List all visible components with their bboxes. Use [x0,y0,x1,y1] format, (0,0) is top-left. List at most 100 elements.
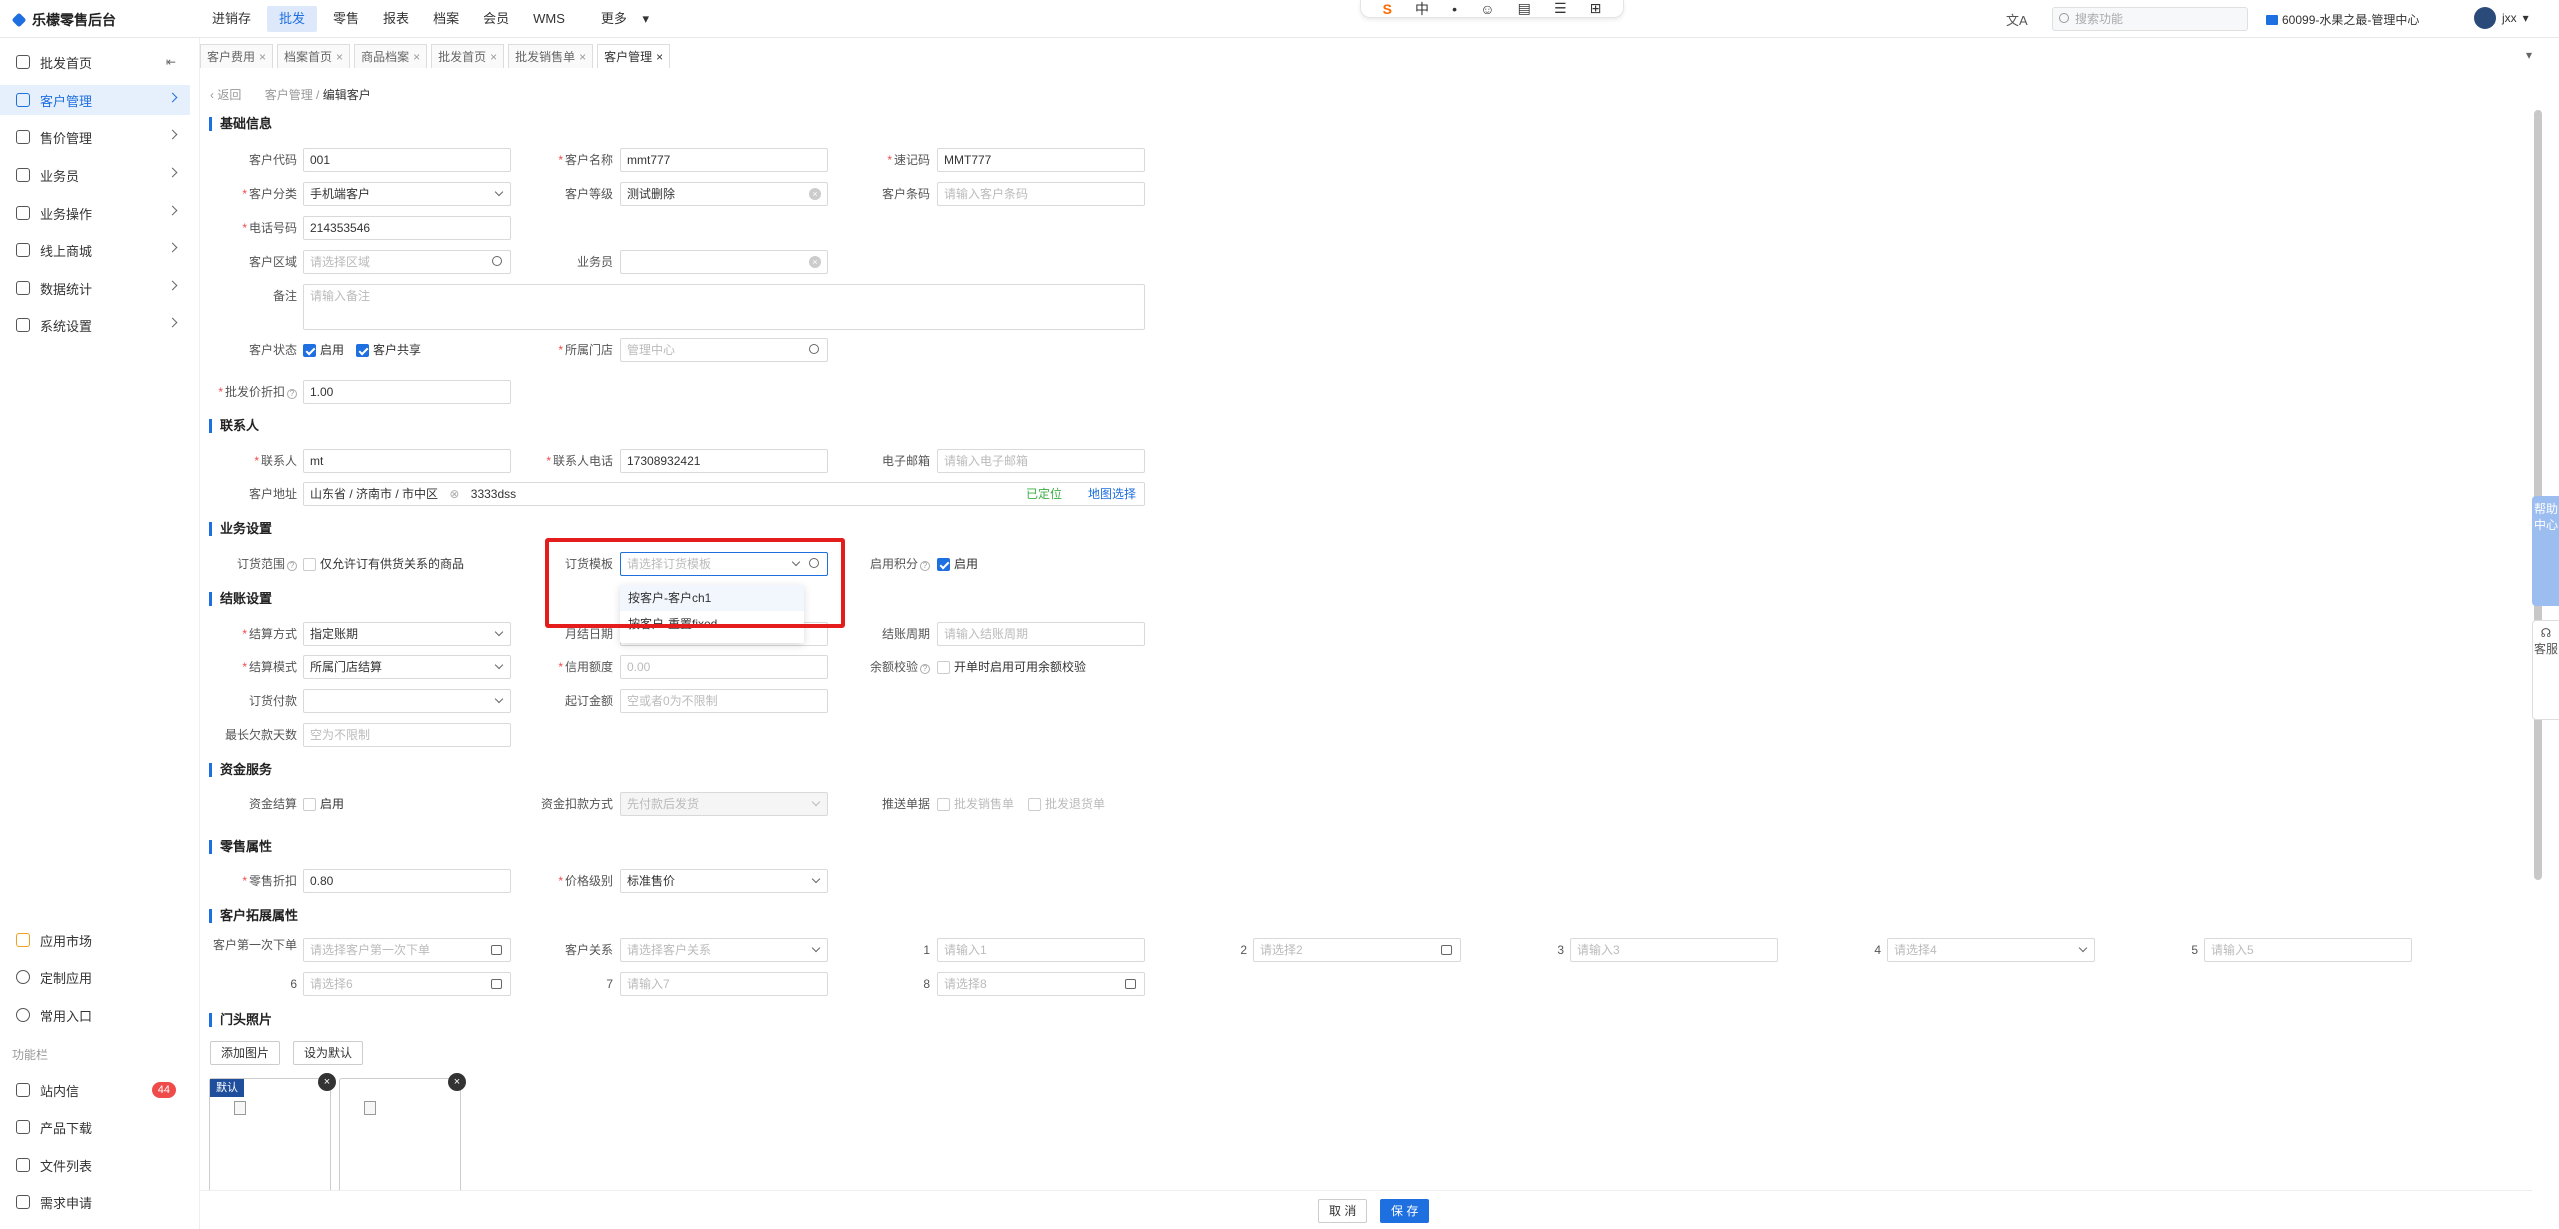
tab-customer-manage[interactable]: 客户管理 × [597,44,671,68]
app-logo[interactable]: 乐檬零售后台 [11,10,116,30]
search-icon[interactable] [809,344,819,354]
menu-archive[interactable]: 档案 [421,6,471,32]
field-5-input[interactable]: 请输入5 [2204,938,2412,962]
barcode-input[interactable]: 请输入客户条码 [937,182,1145,206]
tab-dropdown-icon[interactable]: ▾ [2526,48,2532,62]
first-order-date-input[interactable]: 请选择客户第一次下单 [303,938,511,962]
close-icon[interactable]: × [259,50,266,64]
menu-retail[interactable]: 零售 [321,6,371,32]
menu-inventory[interactable]: 进销存 [200,6,263,32]
order-payment-select[interactable] [303,689,511,713]
ime-grid-icon[interactable]: ⊞ [1590,0,1602,17]
menu-wms[interactable]: WMS [521,6,577,32]
sidebar-item-salesman[interactable]: 业务员 [0,160,190,190]
price-level-select[interactable]: 标准售价 [620,869,828,893]
ime-emoji-icon[interactable]: ☺ [1480,1,1494,17]
menu-report[interactable]: 报表 [371,6,421,32]
clear-icon[interactable]: × [809,256,821,268]
field-7-input[interactable]: 请输入7 [620,972,828,996]
menu-wholesale[interactable]: 批发 [267,6,318,32]
address-region[interactable]: 山东省 / 济南市 / 市中区 [310,487,438,501]
close-icon[interactable]: × [579,50,586,64]
sidebar-item-operation[interactable]: 业务操作 [0,198,190,228]
sidebar-item-custom-app[interactable]: 定制应用 [0,962,190,992]
ime-keyboard-icon[interactable]: ▤ [1518,0,1531,17]
delete-photo-icon[interactable]: × [318,1073,336,1091]
menu-member[interactable]: 会员 [471,6,521,32]
address-field[interactable]: 山东省 / 济南市 / 市中区 ⊗ 3333dss 已定位 地图选择 [303,482,1145,506]
field-8-date-input[interactable]: 请选择8 [937,972,1145,996]
cancel-button[interactable]: 取 消 [1318,1199,1368,1223]
tab-product-archive[interactable]: 商品档案 × [354,44,428,68]
settle-method-select[interactable]: 指定账期 [303,622,511,646]
field-4-select[interactable]: 请选择4 [1887,938,2095,962]
close-icon[interactable]: × [656,50,663,64]
help-center-button[interactable]: 帮助中心 [2532,496,2559,606]
category-select[interactable]: 手机端客户 [303,182,511,206]
back-link[interactable]: ‹ 返回 [210,88,241,102]
translate-icon[interactable]: 文A [2006,10,2028,29]
push-sales-checkbox[interactable]: 批发销售单 [937,792,1014,816]
field-1-input[interactable]: 请输入1 [937,938,1145,962]
store-select[interactable]: 管理中心 [620,338,828,362]
ime-menu-icon[interactable]: ☰ [1554,0,1567,17]
ime-punct-icon[interactable]: • [1452,1,1457,17]
close-icon[interactable]: × [336,50,343,64]
contact-person-input[interactable]: mt [303,449,511,473]
clear-icon[interactable]: × [809,188,821,200]
close-icon[interactable]: × [413,50,420,64]
sidebar-item-settings[interactable]: 系统设置 [0,310,190,340]
scrollbar[interactable] [2534,110,2542,880]
sidebar-item-download[interactable]: 产品下载 [0,1112,190,1142]
sidebar-item-app-market[interactable]: 应用市场 [0,925,190,955]
relation-select[interactable]: 请选择客户关系 [620,938,828,962]
field-6-date-input[interactable]: 请选择6 [303,972,511,996]
set-default-button[interactable]: 设为默认 [293,1041,364,1065]
calendar-icon[interactable] [491,945,502,955]
tab-wholesale-home[interactable]: 批发首页 × [431,44,505,68]
function-search-input[interactable]: 搜索功能 [2052,7,2248,31]
sidebar-item-files[interactable]: 文件列表 [0,1150,190,1180]
calendar-icon[interactable] [491,979,502,989]
settle-mode-select[interactable]: 所属门店结算 [303,655,511,679]
sidebar-item-favorites[interactable]: 常用入口 [0,1000,190,1030]
remark-textarea[interactable]: 请输入备注 [303,284,1145,330]
tab-wholesale-order[interactable]: 批发销售单 × [508,44,594,68]
region-select[interactable]: 请选择区域 [303,250,511,274]
sidebar-item-requests[interactable]: 需求申请 [0,1187,190,1217]
calendar-icon[interactable] [1125,979,1136,989]
save-button[interactable]: 保 存 [1380,1199,1430,1223]
email-input[interactable]: 请输入电子邮箱 [937,449,1145,473]
salesman-select[interactable]: × [620,250,828,274]
sidebar-item-wholesale-home[interactable]: 批发首页 ⇤ [0,47,190,77]
sidebar-item-customer[interactable]: 客户管理 [0,85,190,115]
user-menu[interactable]: jxx ▾ [2474,7,2529,29]
customer-service-button[interactable]: ☊ 客服 [2532,620,2559,720]
add-photo-button[interactable]: 添加图片 [210,1041,281,1065]
sidebar-item-price[interactable]: 售价管理 [0,122,190,152]
level-select[interactable]: 测试删除 × [620,182,828,206]
address-detail[interactable]: 3333dss [471,487,516,501]
sidebar-item-messages[interactable]: 站内信 44 [0,1075,190,1105]
retail-discount-input[interactable]: 0.80 [303,869,511,893]
settle-period-input[interactable]: 请输入结账周期 [937,622,1145,646]
delete-photo-icon[interactable]: × [448,1073,466,1091]
deduct-method-select[interactable]: 先付款后发货 [620,792,828,816]
collapse-sidebar-icon[interactable]: ⇤ [166,55,176,69]
mnemonic-input[interactable]: MMT777 [937,148,1145,172]
map-select-link[interactable]: 地图选择 [1088,483,1136,505]
min-amount-input[interactable]: 空或者0为不限制 [620,689,828,713]
tab-customer-fee[interactable]: 客户费用 × [200,44,274,68]
customer-shared-checkbox[interactable]: 客户共享 [356,338,421,362]
push-return-checkbox[interactable]: 批发退货单 [1028,792,1105,816]
ime-logo-icon[interactable]: S [1383,1,1392,17]
fund-settle-checkbox[interactable]: 启用 [303,792,344,816]
contact-tel-input[interactable]: 17308932421 [620,449,828,473]
ime-lang[interactable]: 中 [1415,0,1429,19]
customer-code-input[interactable]: 001 [303,148,511,172]
sidebar-item-stats[interactable]: 数据统计 [0,273,190,303]
search-icon[interactable] [492,256,502,266]
wholesale-discount-input[interactable]: 1.00 [303,380,511,404]
field-2-date-input[interactable]: 请选择2 [1253,938,1461,962]
customer-name-input[interactable]: mmt777 [620,148,828,172]
